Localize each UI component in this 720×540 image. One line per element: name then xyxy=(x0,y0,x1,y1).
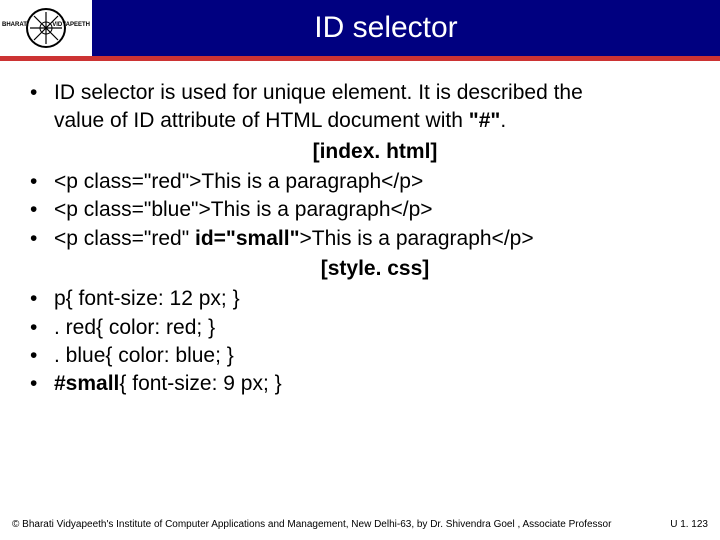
bullet-text-bold: id="small" xyxy=(195,227,300,250)
bullet-text-bold: #small xyxy=(54,372,119,395)
bullet-item: #small{ font-size: 9 px; } xyxy=(24,370,696,398)
file-label: [style. css] xyxy=(54,255,696,283)
bullet-item: <p class="blue">This is a paragraph</p> xyxy=(24,196,696,224)
page-number: U 1. 123 xyxy=(670,519,708,530)
copyright-text: © Bharati Vidyapeeth's Institute of Comp… xyxy=(12,519,611,530)
bullet-list: ID selector is used for unique element. … xyxy=(24,79,696,399)
bullet-item: . red{ color: red; } xyxy=(24,314,696,342)
bullet-text: p{ font-size: 12 px; } xyxy=(54,287,240,310)
bullet-text: { font-size: 9 px; } xyxy=(119,372,281,395)
bullet-item: . blue{ color: blue; } xyxy=(24,342,696,370)
bullet-item: ID selector is used for unique element. … xyxy=(24,79,696,166)
logo-text-left: BHARATI xyxy=(2,22,29,28)
bullet-text: <p class="blue">This is a paragraph</p> xyxy=(54,198,433,221)
bullet-item: <p class="red">This is a paragraph</p> xyxy=(24,168,696,196)
bullet-item: p{ font-size: 12 px; } xyxy=(24,285,696,313)
logo-text-right: VIDYAPEETH xyxy=(52,22,90,28)
logo-emblem xyxy=(26,8,66,48)
bullet-text: . blue{ color: blue; } xyxy=(54,344,234,367)
bullet-text: >This is a paragraph</p> xyxy=(300,227,534,250)
slide-header: BHARATI VIDYAPEETH ID selector xyxy=(0,0,720,56)
slide-footer: © Bharati Vidyapeeth's Institute of Comp… xyxy=(0,519,720,530)
bullet-item: <p class="red" id="small">This is a para… xyxy=(24,225,696,284)
bullet-text: <p class="red">This is a paragraph</p> xyxy=(54,170,423,193)
file-label: [index. html] xyxy=(54,138,696,166)
bullet-text: . red{ color: red; } xyxy=(54,316,215,339)
bullet-text: . xyxy=(500,109,506,132)
slide-body: ID selector is used for unique element. … xyxy=(0,61,720,399)
bullet-text: value of ID attribute of HTML document w… xyxy=(54,109,469,132)
slide-title: ID selector xyxy=(92,11,720,45)
bullet-text-bold: "#" xyxy=(469,109,501,132)
bullet-text: <p class="red" xyxy=(54,227,195,250)
institution-logo: BHARATI VIDYAPEETH xyxy=(0,0,92,56)
bullet-text: ID selector is used for unique element. … xyxy=(54,81,583,104)
